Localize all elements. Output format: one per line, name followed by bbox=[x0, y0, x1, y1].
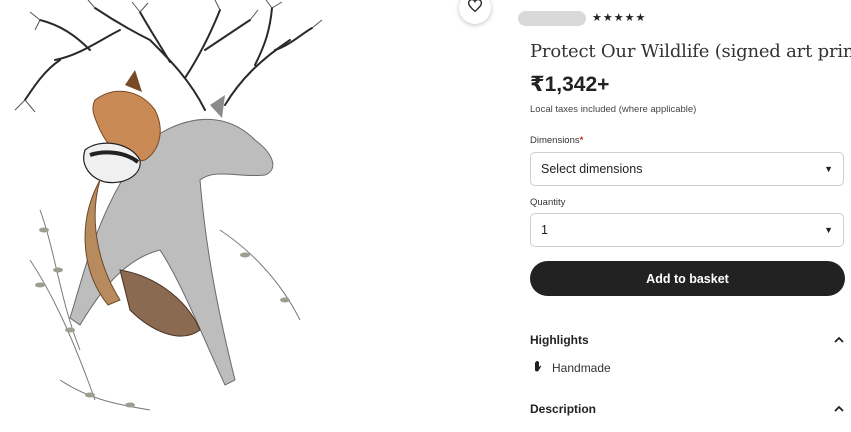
chevron-up-icon bbox=[834, 404, 844, 415]
product-image[interactable] bbox=[0, 0, 330, 432]
wildlife-artwork bbox=[14, 0, 323, 411]
seller-name-placeholder[interactable] bbox=[518, 10, 586, 26]
dimensions-label: Dimensions* bbox=[530, 135, 583, 146]
quantity-select[interactable]: 1 ▼ bbox=[530, 213, 844, 247]
required-marker: * bbox=[579, 135, 584, 146]
product-price: ₹1,342+ bbox=[530, 73, 610, 96]
chevron-up-icon bbox=[834, 335, 844, 346]
tax-note: Local taxes included (where applicable) bbox=[530, 104, 697, 115]
quantity-label: Quantity bbox=[530, 197, 566, 208]
highlights-heading: Highlights bbox=[530, 333, 589, 347]
favorite-button[interactable] bbox=[459, 0, 491, 24]
highlights-section-toggle[interactable]: Highlights bbox=[530, 333, 844, 347]
description-section-toggle[interactable]: Description bbox=[530, 402, 844, 416]
seller-rating-row: ★★★★★ bbox=[518, 10, 646, 26]
heart-icon bbox=[467, 0, 483, 17]
dimensions-select[interactable]: Select dimensions ▼ bbox=[530, 152, 844, 186]
handmade-label: Handmade bbox=[552, 360, 611, 375]
product-title: Protect Our Wildlife (signed art print) bbox=[530, 41, 851, 62]
caret-down-icon: ▼ bbox=[824, 164, 833, 174]
add-to-basket-button[interactable]: Add to basket bbox=[530, 261, 845, 296]
caret-down-icon: ▼ bbox=[824, 225, 833, 235]
hand-icon bbox=[532, 360, 544, 375]
dimensions-select-value: Select dimensions bbox=[541, 162, 643, 176]
quantity-select-value: 1 bbox=[541, 223, 548, 237]
description-heading: Description bbox=[530, 402, 597, 416]
dimensions-label-text: Dimensions bbox=[530, 135, 580, 146]
rating-stars[interactable]: ★★★★★ bbox=[592, 12, 646, 24]
highlight-handmade: Handmade bbox=[532, 360, 611, 375]
